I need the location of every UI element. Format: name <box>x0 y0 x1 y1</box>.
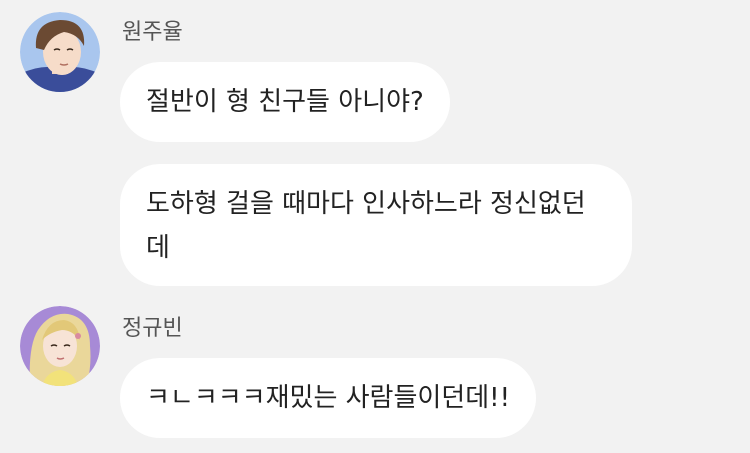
male-avatar-icon[interactable] <box>20 12 100 92</box>
female-avatar-icon[interactable] <box>20 306 100 386</box>
message-bubble[interactable]: 절반이 형 친구들 아니야? <box>120 62 450 142</box>
message-text: 절반이 형 친구들 아니야? <box>146 87 424 117</box>
sender-name: 정규빈 <box>122 316 183 341</box>
message-bubble[interactable]: 도하형 걸을 때마다 인사하느라 정신없던데 <box>120 164 632 286</box>
message-text: 도하형 걸을 때마다 인사하느라 정신없던데 <box>146 189 586 263</box>
sender-name: 원주율 <box>122 20 183 45</box>
message-text: ㅋㄴㅋㅋㅋ재밌는 사람들이던데!! <box>146 383 510 413</box>
message-bubble[interactable]: ㅋㄴㅋㅋㅋ재밌는 사람들이던데!! <box>120 358 536 438</box>
